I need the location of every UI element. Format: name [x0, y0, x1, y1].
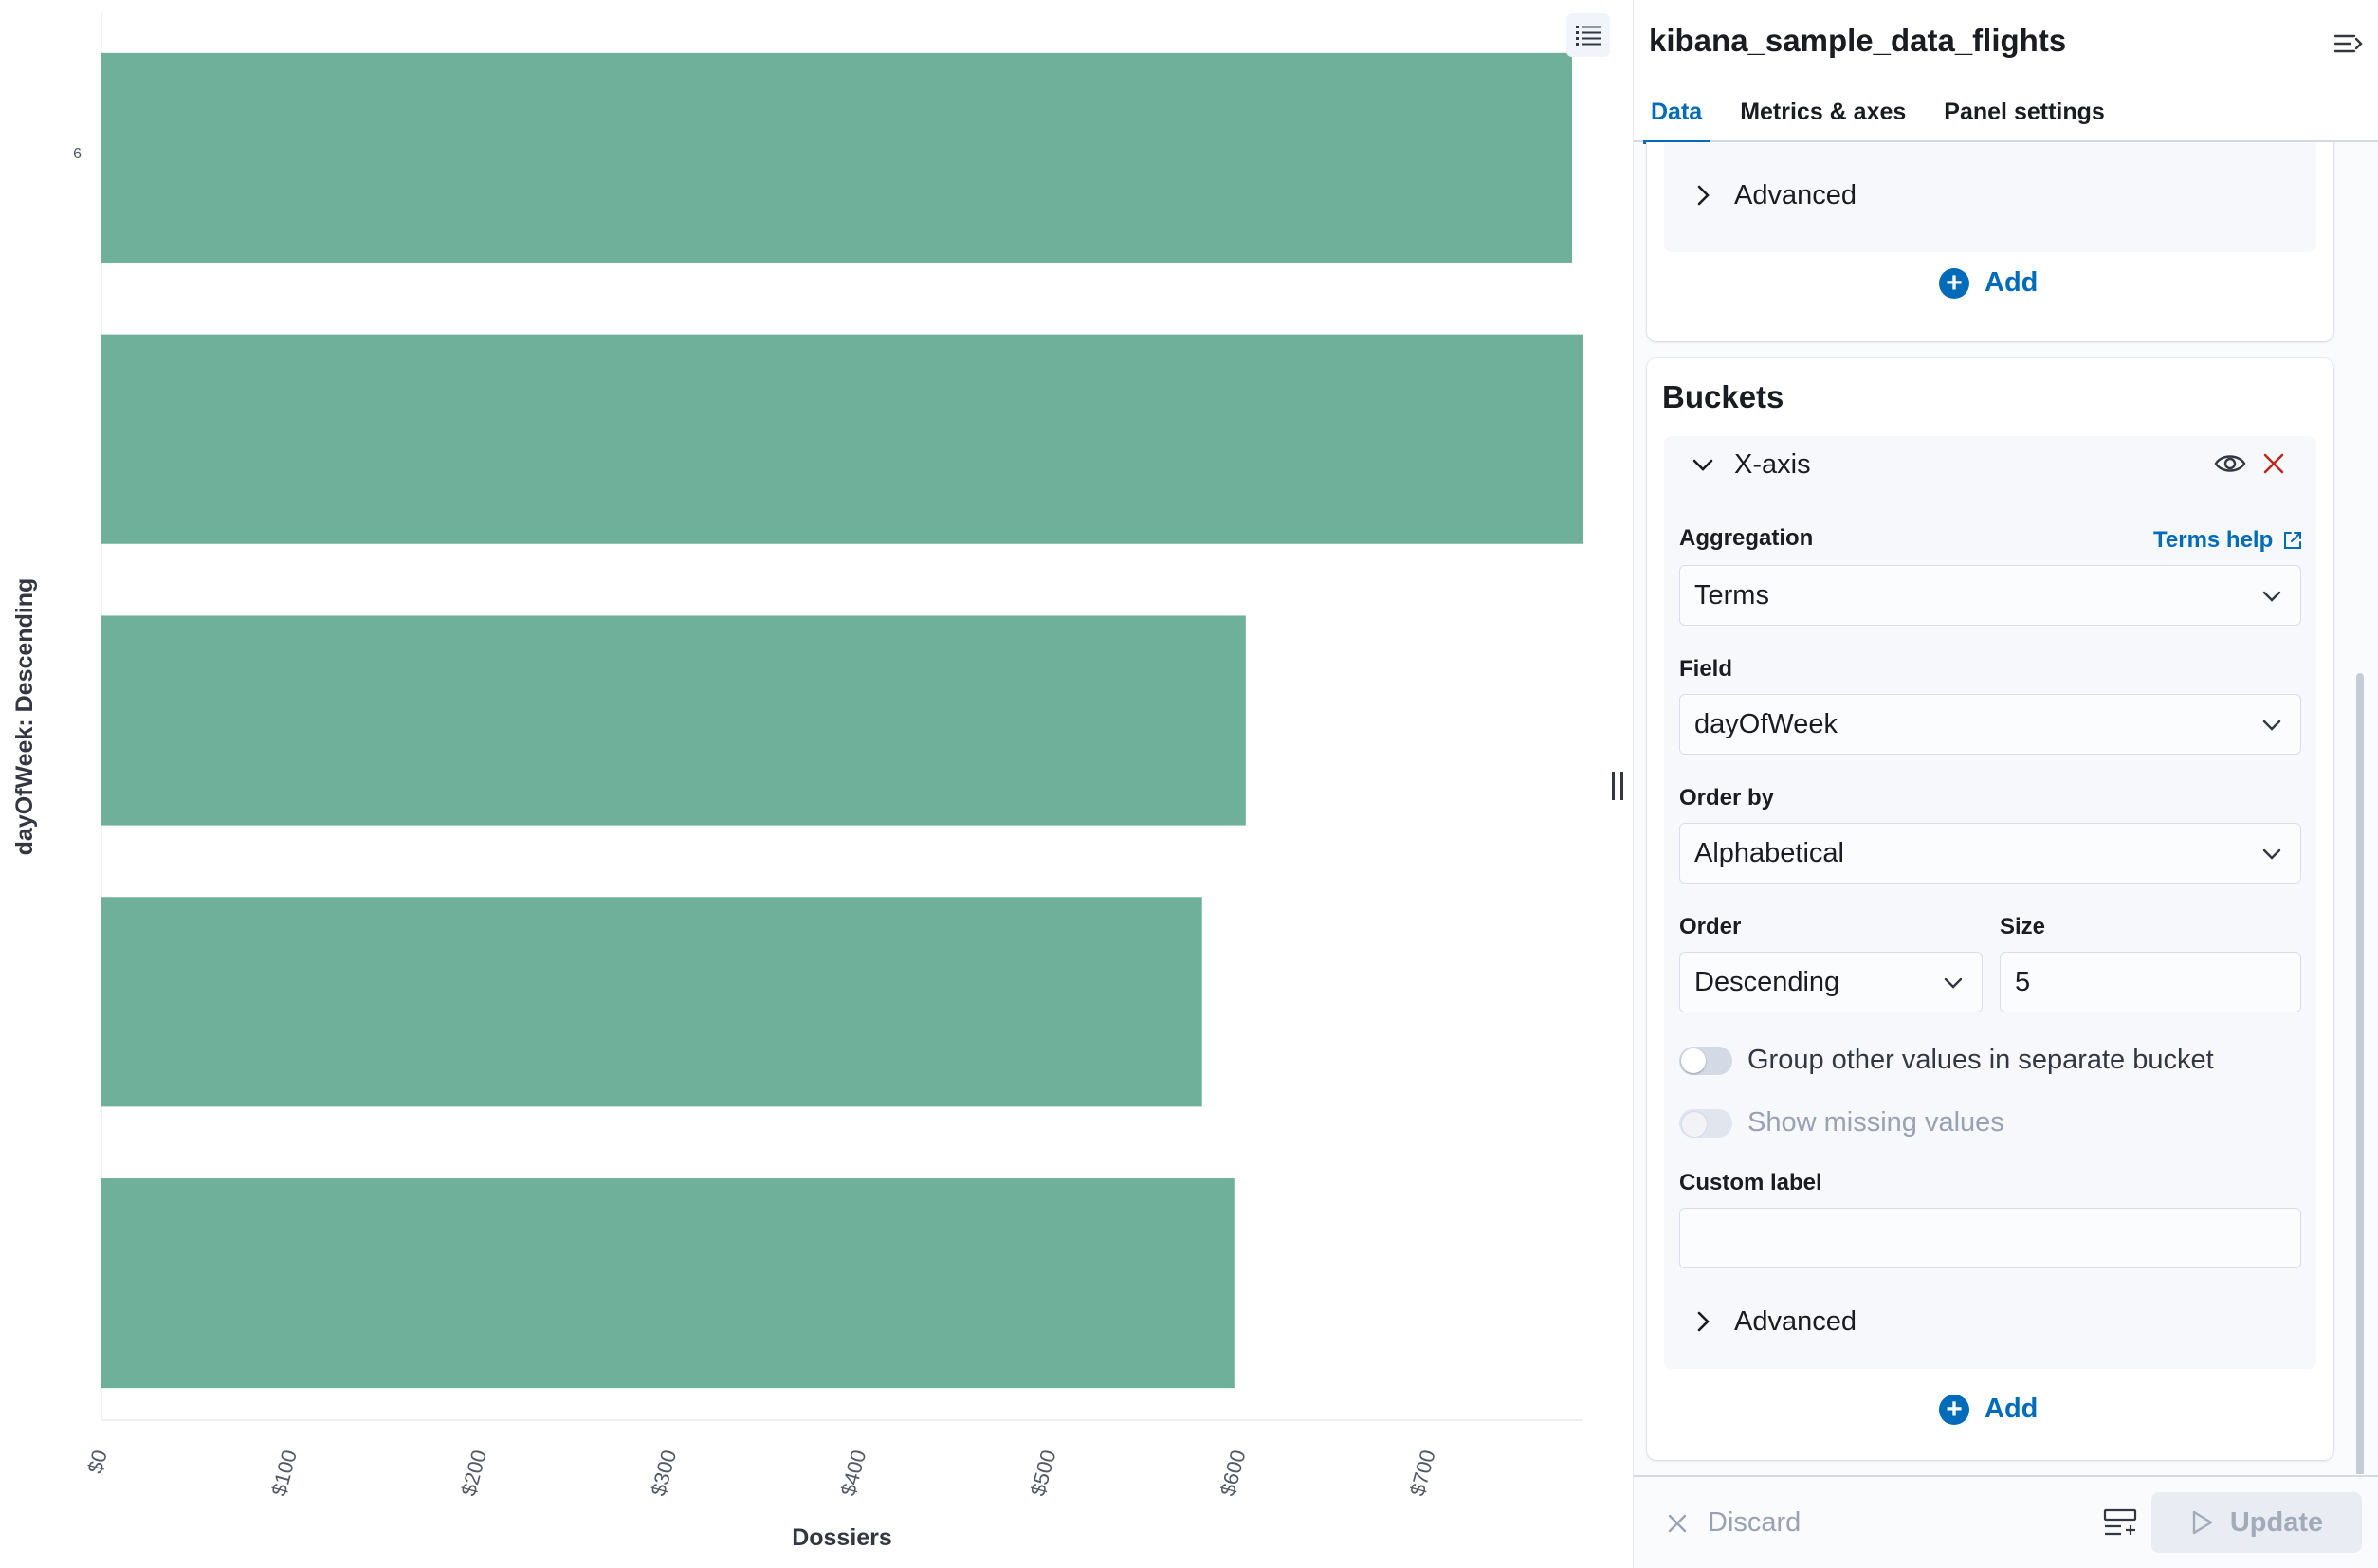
- size-label: Size: [2000, 914, 2046, 939]
- buckets-card: Buckets X-axis Aggregation Terms help Te…: [1647, 358, 2333, 1460]
- x-axis-label: X-axis: [1734, 448, 1811, 480]
- order-by-value: Alphabetical: [1694, 837, 1844, 868]
- aggregation-value: Terms: [1694, 579, 1769, 611]
- auto-apply-toggle-button[interactable]: [2102, 1505, 2138, 1541]
- x-tick-label: $400: [836, 1448, 871, 1499]
- tab-panel-settings[interactable]: Panel settings: [1936, 91, 2113, 142]
- metrics-card: Advanced + Add: [1647, 142, 2333, 341]
- field-value: dayOfWeek: [1694, 708, 1838, 739]
- index-pattern-title: kibana_sample_data_flights: [1649, 23, 2067, 58]
- editor-footer: Discard Update: [1634, 1475, 2378, 1568]
- external-link-icon: [2284, 532, 2302, 549]
- x-tick-label: $700: [1405, 1448, 1440, 1499]
- bar-2: [101, 615, 1246, 826]
- show-missing-label: Show missing values: [1747, 1107, 2004, 1138]
- play-icon: [2192, 1510, 2213, 1535]
- legend-toggle-button[interactable]: [1566, 13, 1610, 57]
- plus-icon: +: [1939, 1394, 1969, 1425]
- chevron-down-icon: [2262, 591, 2281, 602]
- buckets-title: Buckets: [1662, 379, 1784, 414]
- order-by-select[interactable]: Alphabetical: [1679, 823, 2301, 884]
- x-tick-label: $300: [646, 1448, 681, 1499]
- x-tick-label: $600: [1216, 1448, 1251, 1499]
- metric-advanced-label: Advanced: [1734, 179, 1857, 210]
- bar-1: [101, 334, 1583, 544]
- panel-header: kibana_sample_data_flights Data Metrics …: [1634, 0, 2378, 144]
- chevron-down-icon: [1692, 459, 1713, 471]
- menu-collapse-icon: [2333, 34, 2363, 53]
- field-label: Field: [1679, 656, 1733, 682]
- show-missing-toggle-row: Show missing values: [1679, 1107, 2004, 1139]
- update-button[interactable]: Update: [2151, 1492, 2362, 1553]
- chart-area: 6 $0 $100 $200 $300 $400 $500 $600 $700 Dossiers d…: [0, 0, 1623, 1568]
- add-bucket-button[interactable]: + Add: [1939, 1394, 2038, 1425]
- metric-advanced-toggle[interactable]: Advanced: [1689, 176, 1857, 214]
- chevron-right-icon: [1697, 185, 1710, 206]
- category-tick-label: 6: [73, 146, 82, 162]
- chevron-down-icon: [1944, 977, 1963, 989]
- add-metric-button[interactable]: + Add: [1939, 267, 2038, 299]
- chevron-right-icon: [1697, 1311, 1710, 1332]
- editor-scroll-area[interactable]: Advanced + Add Buckets X-axis Aggregatio…: [1634, 142, 2378, 1474]
- chevron-down-icon: [2262, 848, 2281, 860]
- show-missing-switch: [1679, 1108, 1732, 1138]
- order-by-label: Order by: [1679, 785, 1775, 811]
- x-axis-accordion-toggle[interactable]: X-axis: [1689, 446, 1811, 483]
- add-metric-label: Add: [1985, 267, 2039, 298]
- editor-tabs: Data Metrics & axes Panel settings: [1634, 91, 2113, 144]
- y-axis-title: dayOfWeek: Descending: [11, 578, 38, 856]
- chevron-down-icon: [2262, 720, 2281, 731]
- panel-scrollbar[interactable]: [2356, 673, 2364, 1474]
- group-other-toggle-row[interactable]: Group other values in separate bucket: [1679, 1045, 2214, 1076]
- bucket-x-axis: X-axis Aggregation Terms help Terms Fiel…: [1664, 436, 2316, 1369]
- update-label: Update: [2229, 1506, 2324, 1538]
- x-tick-label: $100: [266, 1448, 302, 1499]
- metric-item: Advanced: [1664, 142, 2316, 252]
- custom-label-input[interactable]: [1679, 1208, 2301, 1268]
- x-axis-title: Dossiers: [792, 1524, 892, 1551]
- discard-button[interactable]: Discard: [1666, 1507, 1801, 1539]
- bar-3: [101, 897, 1202, 1107]
- aggregation-label: Aggregation: [1679, 525, 1814, 551]
- x-tick-label: $500: [1026, 1448, 1061, 1499]
- custom-label-label: Custom label: [1679, 1170, 1822, 1195]
- size-value: 5: [2015, 966, 2031, 997]
- eye-icon[interactable]: [2214, 449, 2246, 478]
- bucket-advanced-toggle[interactable]: Advanced: [1689, 1303, 1857, 1340]
- list-icon: [1576, 26, 1601, 46]
- terms-help-text: Terms help: [2153, 527, 2274, 553]
- x-tick-label: $200: [456, 1448, 491, 1499]
- editor-side-panel: kibana_sample_data_flights Data Metrics …: [1633, 0, 2378, 1568]
- bar-chart: 6 $0 $100 $200 $300 $400 $500 $600 $700 Dossiers d…: [11, 13, 1583, 1551]
- panel-resize-handle[interactable]: [1612, 772, 1623, 800]
- discard-label: Discard: [1708, 1507, 1802, 1538]
- collapse-panel-button[interactable]: [2330, 25, 2368, 63]
- group-other-label: Group other values in separate bucket: [1747, 1045, 2214, 1075]
- bar-0: [101, 52, 1572, 263]
- layout-settings-icon: [2103, 1508, 2137, 1536]
- plus-icon: +: [1939, 267, 1969, 299]
- tab-data[interactable]: Data: [1643, 91, 1710, 144]
- add-bucket-label: Add: [1985, 1394, 2039, 1424]
- size-input[interactable]: 5: [2000, 952, 2301, 1012]
- order-value: Descending: [1694, 966, 1840, 997]
- tab-metrics-axes[interactable]: Metrics & axes: [1732, 91, 1913, 142]
- aggregation-select[interactable]: Terms: [1679, 565, 2301, 626]
- terms-help-link[interactable]: Terms help: [2153, 527, 2303, 554]
- x-tick-label: $0: [82, 1448, 111, 1476]
- order-label: Order: [1679, 914, 1742, 939]
- group-other-switch[interactable]: [1679, 1046, 1732, 1075]
- bucket-advanced-label: Advanced: [1734, 1305, 1857, 1337]
- order-select[interactable]: Descending: [1679, 952, 1983, 1012]
- bar-4: [101, 1178, 1235, 1389]
- delete-bucket-icon[interactable]: [2261, 451, 2286, 476]
- field-select[interactable]: dayOfWeek: [1679, 694, 2301, 755]
- cross-icon: [1668, 1514, 1687, 1532]
